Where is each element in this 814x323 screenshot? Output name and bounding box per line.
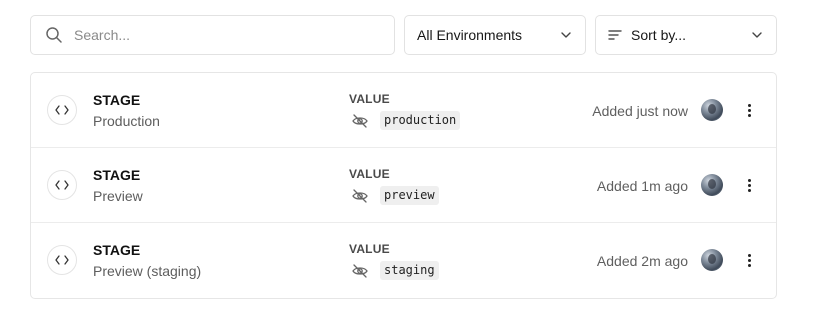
env-var-value: production	[380, 111, 461, 130]
env-var-row[interactable]: STAGE Production VALUE production Added …	[31, 73, 776, 148]
env-vars-panel: All Environments Sort by... STAGE	[30, 15, 777, 299]
more-vertical-icon[interactable]	[744, 175, 754, 195]
more-vertical-icon[interactable]	[744, 250, 754, 270]
env-var-name: STAGE	[93, 92, 141, 108]
env-var-environment: Preview	[93, 188, 143, 204]
code-brackets-icon	[47, 95, 77, 125]
avatar	[701, 99, 723, 121]
env-var-row[interactable]: STAGE Preview (staging) VALUE staging Ad…	[31, 223, 776, 298]
value-label: VALUE	[349, 167, 390, 181]
added-time: Added just now	[592, 102, 688, 119]
toolbar: All Environments Sort by...	[30, 15, 777, 55]
env-var-environment: Preview (staging)	[93, 263, 202, 279]
code-brackets-icon	[47, 170, 77, 200]
eye-off-icon[interactable]	[351, 187, 369, 205]
avatar	[701, 174, 723, 196]
env-var-name: STAGE	[93, 242, 141, 258]
environment-select-value: All Environments	[417, 27, 523, 43]
env-var-name: STAGE	[93, 167, 141, 183]
search-input[interactable]	[74, 27, 374, 43]
eye-off-icon[interactable]	[351, 112, 369, 130]
sort-lines-icon	[608, 29, 622, 41]
eye-off-icon[interactable]	[351, 262, 369, 280]
added-time: Added 2m ago	[596, 252, 688, 269]
env-var-value: staging	[380, 261, 439, 280]
env-var-value: preview	[380, 186, 439, 205]
chevron-down-icon	[560, 29, 572, 41]
value-label: VALUE	[349, 92, 390, 106]
env-var-list: STAGE Production VALUE production Added …	[30, 72, 777, 299]
value-label: VALUE	[349, 242, 390, 256]
added-time: Added 1m ago	[596, 177, 688, 194]
env-var-row[interactable]: STAGE Preview VALUE preview Added 1m ago	[31, 148, 776, 223]
search-icon	[45, 26, 63, 44]
sort-select[interactable]: Sort by...	[595, 15, 777, 55]
sort-select-value: Sort by...	[631, 27, 686, 43]
environment-select[interactable]: All Environments	[404, 15, 586, 55]
search-box[interactable]	[30, 15, 395, 55]
chevron-down-icon	[751, 29, 763, 41]
avatar	[701, 249, 723, 271]
env-var-environment: Production	[93, 113, 160, 129]
more-vertical-icon[interactable]	[744, 100, 754, 120]
code-brackets-icon	[47, 245, 77, 275]
